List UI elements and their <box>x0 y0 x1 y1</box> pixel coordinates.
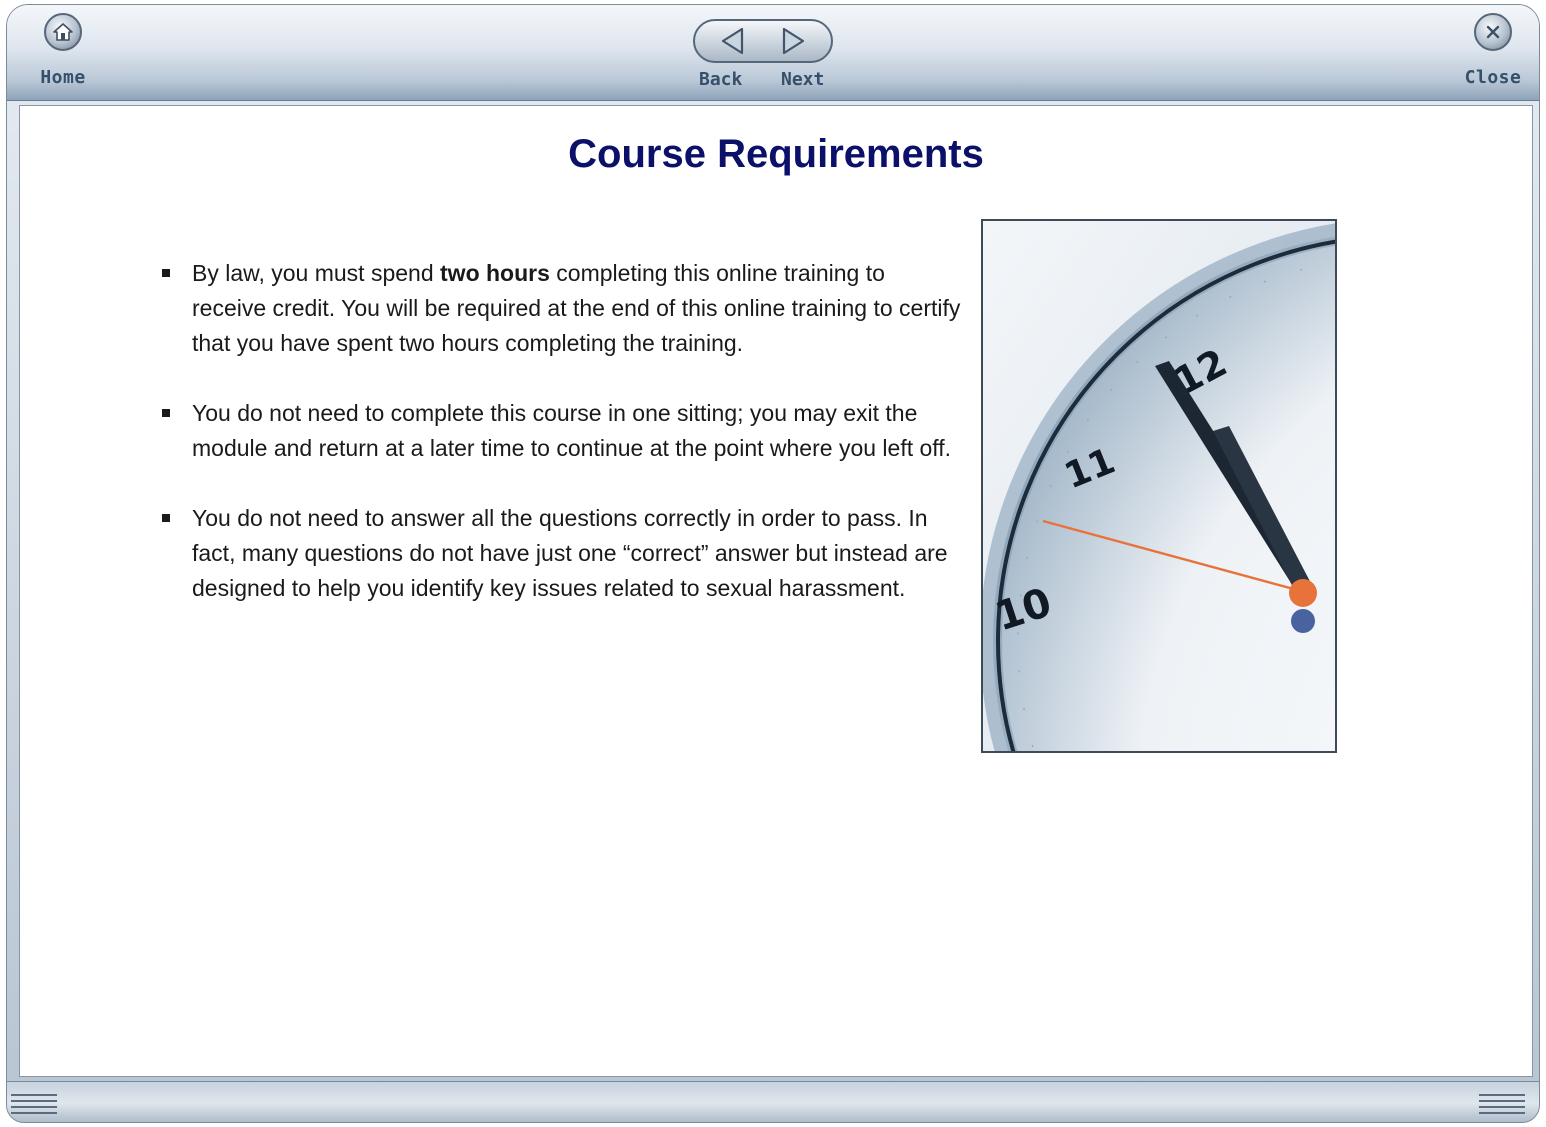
back-button[interactable]: Back <box>699 69 742 90</box>
resize-grip-left-icon[interactable] <box>11 1090 57 1116</box>
resize-grip-right-icon[interactable] <box>1479 1090 1525 1116</box>
home-button[interactable]: Home <box>27 13 99 97</box>
home-icon <box>44 13 82 51</box>
content-panel: Course Requirements By law, you must spe… <box>19 105 1533 1077</box>
requirements-list: By law, you must spend two hours complet… <box>150 256 965 641</box>
close-label: Close <box>1464 67 1522 88</box>
course-window: Home Back Next Close Course Requirements… <box>6 4 1540 1123</box>
bullet-text-start: By law, you must spend <box>192 260 441 286</box>
next-button[interactable]: Next <box>781 69 824 90</box>
list-item: You do not need to complete this course … <box>150 396 965 466</box>
list-item: You do not need to answer all the questi… <box>150 501 965 606</box>
status-bar <box>7 1081 1539 1122</box>
list-item: By law, you must spend two hours complet… <box>150 256 965 361</box>
back-arrow-icon[interactable] <box>710 23 756 59</box>
home-label: Home <box>40 67 86 88</box>
close-icon <box>1474 13 1512 51</box>
clock-image: 12 11 10 <box>981 219 1337 753</box>
toolbar: Home Back Next Close <box>7 5 1539 101</box>
nav-labels: Back Next <box>693 69 843 97</box>
nav-control <box>693 19 833 63</box>
close-button[interactable]: Close <box>1457 13 1529 97</box>
next-arrow-icon[interactable] <box>770 23 816 59</box>
page-title: Course Requirements <box>568 132 984 176</box>
bullet-emphasis: two hours <box>440 260 550 286</box>
